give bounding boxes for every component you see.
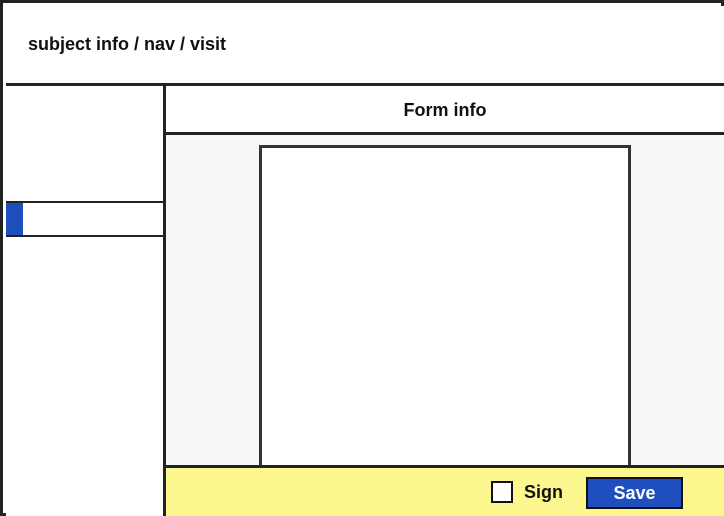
save-button[interactable]: Save [586, 477, 683, 509]
sidebar-item-selected[interactable] [6, 201, 163, 237]
form-header: Form info [166, 86, 724, 135]
sign-checkbox[interactable] [491, 481, 513, 503]
selection-indicator [6, 203, 23, 235]
form-footer: Sign Save [166, 465, 724, 516]
form-title: Form info [403, 100, 487, 120]
top-header: subject info / nav / visit [6, 6, 724, 86]
app-window: subject info / nav / visit Form info Sig… [0, 0, 724, 516]
breadcrumb[interactable]: subject info / nav / visit [28, 34, 226, 55]
main-panel: Form info Sign Save [166, 86, 724, 516]
sign-label: Sign [524, 482, 563, 502]
form-canvas[interactable] [259, 145, 631, 467]
sidebar [6, 86, 166, 516]
